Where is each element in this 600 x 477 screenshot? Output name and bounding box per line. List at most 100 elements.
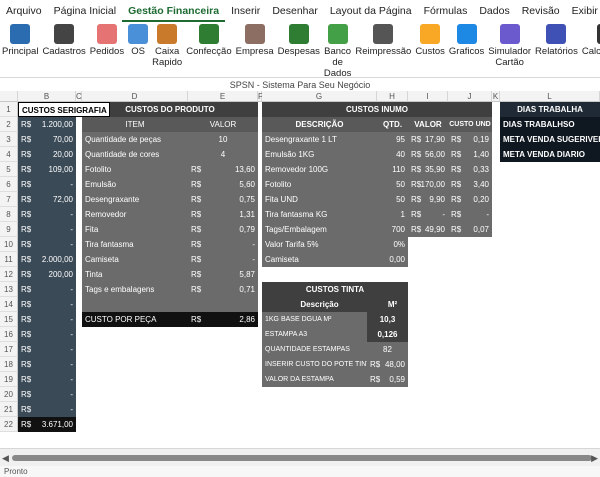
menu-tab-0[interactable]: Arquivo	[0, 0, 48, 22]
ribbon-button-3[interactable]: OS	[126, 22, 150, 57]
insumo-extra-value[interactable]: 0,00	[377, 252, 408, 267]
serigrafia-cell[interactable]: R$ 72,00	[18, 192, 76, 207]
ribbon-button-10[interactable]: Custos	[413, 22, 447, 57]
scrollbar-thumb[interactable]	[12, 455, 592, 461]
serigrafia-cell[interactable]: R$ -	[18, 327, 76, 342]
insumo-valor[interactable]: R$ 35,90	[408, 162, 448, 177]
ribbon-button-1[interactable]: Cadastros	[40, 22, 87, 57]
column-header-E[interactable]: E	[188, 91, 258, 102]
row-header-15[interactable]: 15	[0, 312, 18, 327]
insumo-valor[interactable]: R$ 17,90	[408, 132, 448, 147]
row-header-7[interactable]: 7	[0, 192, 18, 207]
column-header-G[interactable]: G	[262, 91, 377, 102]
serigrafia-cell[interactable]: R$ -	[18, 312, 76, 327]
dias-row[interactable]: META VENDA SUGERIVEL	[500, 132, 600, 147]
menu-tab-9[interactable]: Exibir	[566, 0, 600, 22]
row-header-8[interactable]: 8	[0, 207, 18, 222]
serigrafia-cell[interactable]: R$ -	[18, 282, 76, 297]
menu-tab-1[interactable]: Página Inicial	[48, 0, 122, 22]
ribbon-button-0[interactable]: Principal	[0, 22, 40, 57]
tinta-value[interactable]: R$ 0,59	[367, 372, 408, 387]
insumo-valor[interactable]: R$ -	[408, 207, 448, 222]
ribbon-button-8[interactable]: Banco de Dados	[322, 22, 353, 79]
scroll-right-icon[interactable]: ▶	[591, 453, 598, 464]
produto-item-value[interactable]: R$ 0,79	[188, 222, 258, 237]
serigrafia-cell[interactable]: R$ -	[18, 297, 76, 312]
ribbon-button-6[interactable]: Empresa	[234, 22, 276, 57]
ribbon-button-4[interactable]: Caixa Rapido	[150, 22, 184, 68]
column-header-H[interactable]: H	[377, 91, 408, 102]
row-header-14[interactable]: 14	[0, 297, 18, 312]
produto-item-value[interactable]: R$ 0,71	[188, 282, 258, 297]
menu-tab-5[interactable]: Layout da Página	[324, 0, 418, 22]
insumo-qtd[interactable]: 50	[377, 177, 408, 192]
row-header-11[interactable]: 11	[0, 252, 18, 267]
row-header-5[interactable]: 5	[0, 162, 18, 177]
column-header-B[interactable]: B	[18, 91, 76, 102]
produto-total-value[interactable]: R$ 2,86	[188, 312, 258, 327]
serigrafia-total[interactable]: R$ 3.671,00	[18, 417, 76, 432]
produto-item-value[interactable]: R$ 0,75	[188, 192, 258, 207]
ribbon-button-14[interactable]: Calculadora	[580, 22, 600, 57]
tinta-value[interactable]: 10,3	[367, 312, 408, 327]
ribbon-button-11[interactable]: Graficos	[447, 22, 486, 57]
serigrafia-cell[interactable]: R$ -	[18, 387, 76, 402]
tinta-value[interactable]: R$ 48,00	[367, 357, 408, 372]
menu-tab-4[interactable]: Desenhar	[266, 0, 324, 22]
row-header-18[interactable]: 18	[0, 357, 18, 372]
horizontal-scrollbar[interactable]: ◀ ▶	[0, 448, 600, 466]
produto-item-value[interactable]: R$ 5,87	[188, 267, 258, 282]
column-header-K[interactable]: K	[492, 91, 500, 102]
menu-tab-8[interactable]: Revisão	[516, 0, 566, 22]
row-header-4[interactable]: 4	[0, 147, 18, 162]
tinta-value[interactable]: 82	[367, 342, 408, 357]
produto-item-value[interactable]: R$ 5,60	[188, 177, 258, 192]
insumo-qtd[interactable]: 50	[377, 192, 408, 207]
tinta-value[interactable]: 0,126	[367, 327, 408, 342]
row-header-3[interactable]: 3	[0, 132, 18, 147]
ribbon-button-9[interactable]: Reimpressão	[353, 22, 413, 57]
menu-tab-6[interactable]: Fórmulas	[418, 0, 474, 22]
column-header-I[interactable]: I	[408, 91, 448, 102]
row-header-10[interactable]: 10	[0, 237, 18, 252]
produto-item-value[interactable]: R$ 1,31	[188, 207, 258, 222]
scroll-left-icon[interactable]: ◀	[2, 453, 9, 464]
row-header-2[interactable]: 2	[0, 117, 18, 132]
serigrafia-cell[interactable]: R$ 2.000,00	[18, 252, 76, 267]
produto-item-value[interactable]: R$ -	[188, 237, 258, 252]
row-header-22[interactable]: 22	[0, 417, 18, 432]
row-header-16[interactable]: 16	[0, 327, 18, 342]
row-header-12[interactable]: 12	[0, 267, 18, 282]
produto-item-value[interactable]: R$ 13,60	[188, 162, 258, 177]
column-header-L[interactable]: L	[500, 91, 600, 102]
serigrafia-cell[interactable]: R$ -	[18, 342, 76, 357]
row-header-19[interactable]: 19	[0, 372, 18, 387]
ribbon-button-13[interactable]: Relatórios	[533, 22, 580, 57]
row-header-6[interactable]: 6	[0, 177, 18, 192]
select-all-corner[interactable]	[0, 91, 18, 102]
insumo-qtd[interactable]: 95	[377, 132, 408, 147]
ribbon-button-5[interactable]: Confecção	[184, 22, 233, 57]
produto-item-value[interactable]: R$ -	[188, 252, 258, 267]
row-header-21[interactable]: 21	[0, 402, 18, 417]
produto-item-value[interactable]: 4	[188, 147, 258, 162]
row-header-9[interactable]: 9	[0, 222, 18, 237]
serigrafia-cell[interactable]: R$ 70,00	[18, 132, 76, 147]
serigrafia-cell[interactable]: R$ -	[18, 237, 76, 252]
insumo-qtd[interactable]: 40	[377, 147, 408, 162]
serigrafia-cell[interactable]: R$ 200,00	[18, 267, 76, 282]
column-header-J[interactable]: J	[448, 91, 492, 102]
insumo-valor[interactable]: R$ 56,00	[408, 147, 448, 162]
menu-tab-7[interactable]: Dados	[473, 0, 515, 22]
insumo-qtd[interactable]: 110	[377, 162, 408, 177]
serigrafia-cell[interactable]: R$ -	[18, 207, 76, 222]
row-header-20[interactable]: 20	[0, 387, 18, 402]
serigrafia-cell[interactable]: R$ -	[18, 177, 76, 192]
insumo-extra-value[interactable]: 0%	[377, 237, 408, 252]
insumo-valor[interactable]: R$ 9,90	[408, 192, 448, 207]
row-header-1[interactable]: 1	[0, 102, 18, 117]
serigrafia-cell[interactable]: R$ -	[18, 222, 76, 237]
row-header-17[interactable]: 17	[0, 342, 18, 357]
ribbon-button-12[interactable]: Simulador Cartão	[486, 22, 533, 68]
ribbon-button-7[interactable]: Despesas	[276, 22, 322, 57]
